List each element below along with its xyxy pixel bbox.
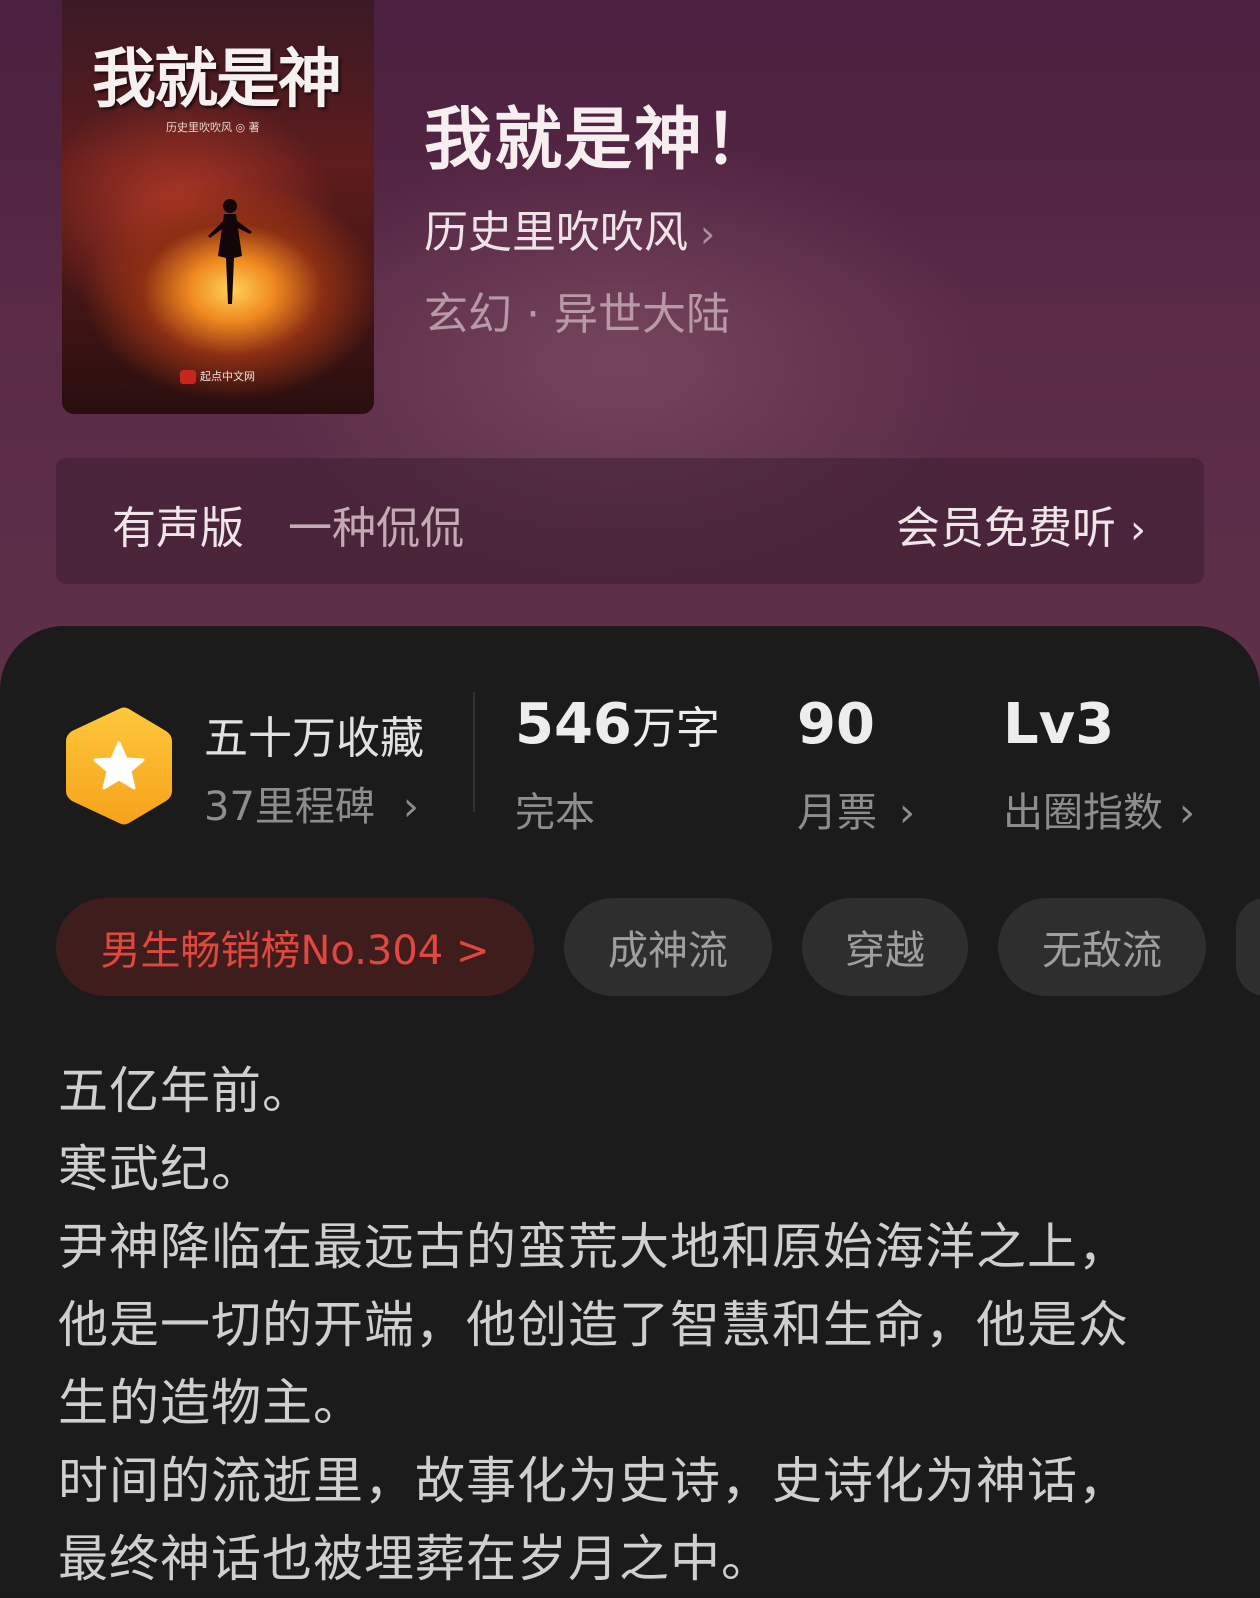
description-line: 五亿年前。: [58, 1062, 313, 1120]
monthly-ticket-count: 90: [797, 692, 875, 757]
monthly-ticket-label: 月票: [797, 790, 877, 836]
stats-divider: [473, 692, 475, 812]
level-value: Lv3: [1003, 692, 1115, 757]
member-free-listen-button[interactable]: 会员免费听 ›: [896, 492, 1146, 556]
chevron-right-icon: ›: [1130, 507, 1146, 553]
word-count-number: 546: [515, 692, 632, 757]
audio-version-bar[interactable]: 有声版 一种侃侃 会员免费听 ›: [56, 458, 1204, 584]
description-line: 他是一切的开端，他创造了智慧和生命，他是众: [58, 1296, 1129, 1354]
monthly-ticket-link[interactable]: 月票 ›: [797, 780, 915, 838]
cover-publisher-logo: 起点中文网: [180, 368, 255, 384]
cover-title: 我就是神: [92, 42, 342, 117]
chevron-right-icon: ›: [700, 212, 716, 256]
collection-count: 五十万收藏: [204, 713, 424, 764]
cover-publisher: 起点中文网: [200, 370, 255, 383]
tag-chengshenliu[interactable]: 成神流: [564, 898, 772, 996]
author-name: 历史里吹吹风: [424, 207, 688, 258]
audio-label: 有声版: [112, 503, 244, 554]
milestone-label: 37里程碑: [204, 784, 375, 830]
word-count: 546万字: [515, 692, 720, 757]
member-free-listen-label: 会员免费听: [896, 503, 1116, 554]
breakout-index-link[interactable]: 出圈指数 ›: [1003, 780, 1195, 838]
description-line: 生的造物主。: [58, 1374, 364, 1432]
chevron-right-icon: ›: [402, 784, 419, 830]
completion-status: 完本: [515, 790, 595, 836]
description-line: 最终神话也被埋葬在岁月之中。: [58, 1530, 772, 1588]
chevron-right-icon: ›: [1179, 790, 1195, 836]
book-title: 我就是神！: [424, 100, 775, 180]
cover-figure-illustration: [208, 199, 252, 304]
description-line: 时间的流逝里，故事化为史诗，史诗化为神话，: [58, 1452, 1129, 1510]
book-description[interactable]: 五亿年前。 寒武纪。 尹神降临在最远古的蛮荒大地和原始海洋之上， 他是一切的开端…: [58, 1052, 1208, 1598]
ranking-tag[interactable]: 男生畅销榜No.304 >: [56, 898, 534, 996]
description-line: 尹神降临在最远古的蛮荒大地和原始海洋之上，: [58, 1218, 1129, 1276]
word-count-unit: 万字: [631, 703, 720, 754]
author-link[interactable]: 历史里吹吹风 ›: [424, 196, 715, 260]
book-genre: 玄幻 · 异世大陆: [424, 289, 730, 340]
audio-narrator: 一种侃侃: [288, 503, 464, 554]
breakout-index-label: 出圈指数: [1003, 790, 1163, 836]
milestone-link[interactable]: 37里程碑 ›: [204, 774, 419, 832]
star-hexagon-icon: [66, 707, 172, 825]
tag-overflow[interactable]: [1236, 898, 1260, 996]
book-header: 我就是神 历史里吹吹风 ◎ 著 起点中文网 我就是神！ 历史里吹吹风 › 玄幻 ·…: [0, 0, 1260, 700]
chevron-right-icon: ›: [899, 790, 915, 836]
book-cover[interactable]: 我就是神 历史里吹吹风 ◎ 著 起点中文网: [62, 0, 374, 414]
tag-chuanyue[interactable]: 穿越: [802, 898, 968, 996]
description-line: 寒武纪。: [58, 1140, 262, 1198]
cover-author: 历史里吹吹风 ◎ 著: [166, 121, 260, 134]
tag-wudiliu[interactable]: 无敌流: [998, 898, 1206, 996]
publisher-mark-icon: [180, 370, 196, 384]
